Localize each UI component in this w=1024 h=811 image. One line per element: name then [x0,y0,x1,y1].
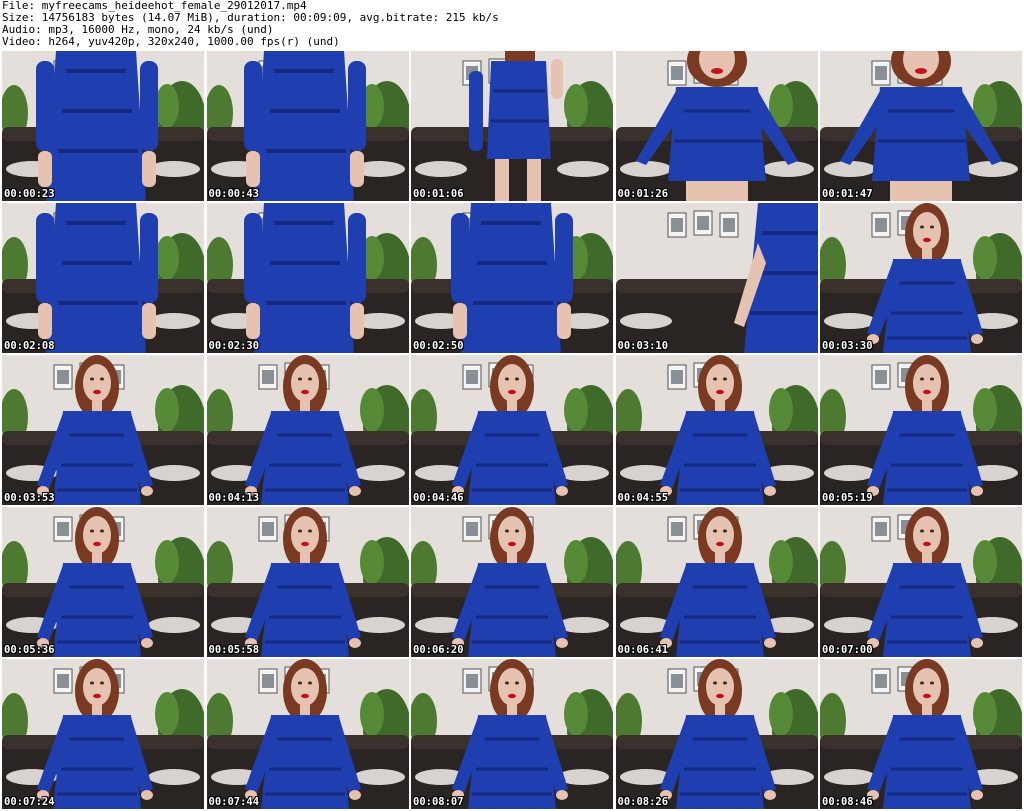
video-thumbnail: 00:01:06 [411,51,613,201]
video-thumbnail: 00:03:53 [2,355,204,505]
file-info-header: File: myfreecams_heideehot_female_290120… [2,0,1022,48]
video-thumbnail: 00:08:26 [615,659,818,809]
video-thumbnail: 00:03:30 [820,203,1022,353]
thumbnail-timestamp: 00:03:53 [4,492,55,504]
video-thumbnail: 00:00:23 [2,51,204,201]
thumbnail-frame-image [411,51,613,201]
thumbnail-timestamp: 00:07:24 [4,796,55,808]
thumbnail-timestamp: 00:07:00 [822,644,873,656]
thumbnail-frame-image [615,203,818,353]
thumbnail-frame-image [206,203,409,353]
thumbnail-timestamp: 00:03:30 [822,340,873,352]
video-thumbnail: 00:05:36 [2,507,204,657]
video-thumbnail: 00:06:20 [411,507,613,657]
thumbnail-frame-image [820,203,1022,353]
video-thumbnail: 00:01:47 [820,51,1022,201]
thumbnail-timestamp: 00:08:26 [617,796,669,808]
thumbnail-timestamp: 00:05:36 [4,644,55,656]
video-thumbnail: 00:02:30 [206,203,409,353]
thumbnail-frame-image [411,659,613,809]
thumbnail-timestamp: 00:05:19 [822,492,873,504]
thumbnail-frame-image [2,51,204,201]
thumbnail-timestamp: 00:06:41 [617,644,669,656]
thumbnail-timestamp: 00:04:55 [617,492,669,504]
video-thumbnail: 00:05:19 [820,355,1022,505]
thumbnail-timestamp: 00:04:46 [413,492,464,504]
video-thumbnail: 00:01:26 [615,51,818,201]
thumbnail-timestamp: 00:02:30 [208,340,260,352]
thumbnail-frame-image [206,51,409,201]
thumbnail-frame-image [820,355,1022,505]
thumbnail-frame-image [615,355,818,505]
thumbnail-frame-image [411,355,613,505]
thumbnail-frame-image [820,659,1022,809]
video-thumbnail: 00:07:44 [206,659,409,809]
thumbnail-frame-image [820,51,1022,201]
video-thumbnail: 00:07:24 [2,659,204,809]
video-thumbnail: 00:03:10 [615,203,818,353]
thumbnail-timestamp: 00:03:10 [617,340,669,352]
thumbnail-frame-image [2,203,204,353]
thumbnail-frame-image [206,507,409,657]
thumbnail-frame-image [2,507,204,657]
video-info-line: Video: h264, yuv420p, 320x240, 1000.00 f… [2,35,340,48]
thumbnail-grid: 00:00:23 00:00:43 00:01:06 00:01:26 00:01:47… [2,51,1022,809]
thumbnail-timestamp: 00:07:44 [208,796,260,808]
thumbnail-timestamp: 00:01:06 [413,188,464,200]
video-thumbnail: 00:07:00 [820,507,1022,657]
thumbnail-frame-image [206,355,409,505]
thumbnail-frame-image [820,507,1022,657]
thumbnail-timestamp: 00:05:58 [208,644,260,656]
thumbnail-frame-image [615,659,818,809]
thumbnail-frame-image [615,51,818,201]
thumbnail-timestamp: 00:02:08 [4,340,55,352]
thumbnail-frame-image [2,659,204,809]
thumbnail-frame-image [411,203,613,353]
thumbnail-frame-image [2,355,204,505]
thumbnail-frame-image [206,659,409,809]
thumbnail-timestamp: 00:02:50 [413,340,464,352]
thumbnail-timestamp: 00:00:23 [4,188,55,200]
thumbnail-frame-image [615,507,818,657]
video-thumbnail: 00:05:58 [206,507,409,657]
video-thumbnail: 00:02:08 [2,203,204,353]
thumbnail-timestamp: 00:01:26 [617,188,669,200]
thumbnail-timestamp: 00:08:07 [413,796,464,808]
thumbnail-timestamp: 00:08:46 [822,796,873,808]
video-thumbnail: 00:02:50 [411,203,613,353]
thumbnail-frame-image [411,507,613,657]
video-thumbnail: 00:04:55 [615,355,818,505]
video-thumbnail: 00:08:46 [820,659,1022,809]
thumbnail-timestamp: 00:04:13 [208,492,260,504]
video-thumbnail: 00:04:46 [411,355,613,505]
thumbnail-timestamp: 00:01:47 [822,188,873,200]
video-thumbnail: 00:06:41 [615,507,818,657]
thumbnail-timestamp: 00:00:43 [208,188,260,200]
video-thumbnail: 00:04:13 [206,355,409,505]
thumbnail-timestamp: 00:06:20 [413,644,464,656]
video-thumbnail: 00:08:07 [411,659,613,809]
video-thumbnail: 00:00:43 [206,51,409,201]
